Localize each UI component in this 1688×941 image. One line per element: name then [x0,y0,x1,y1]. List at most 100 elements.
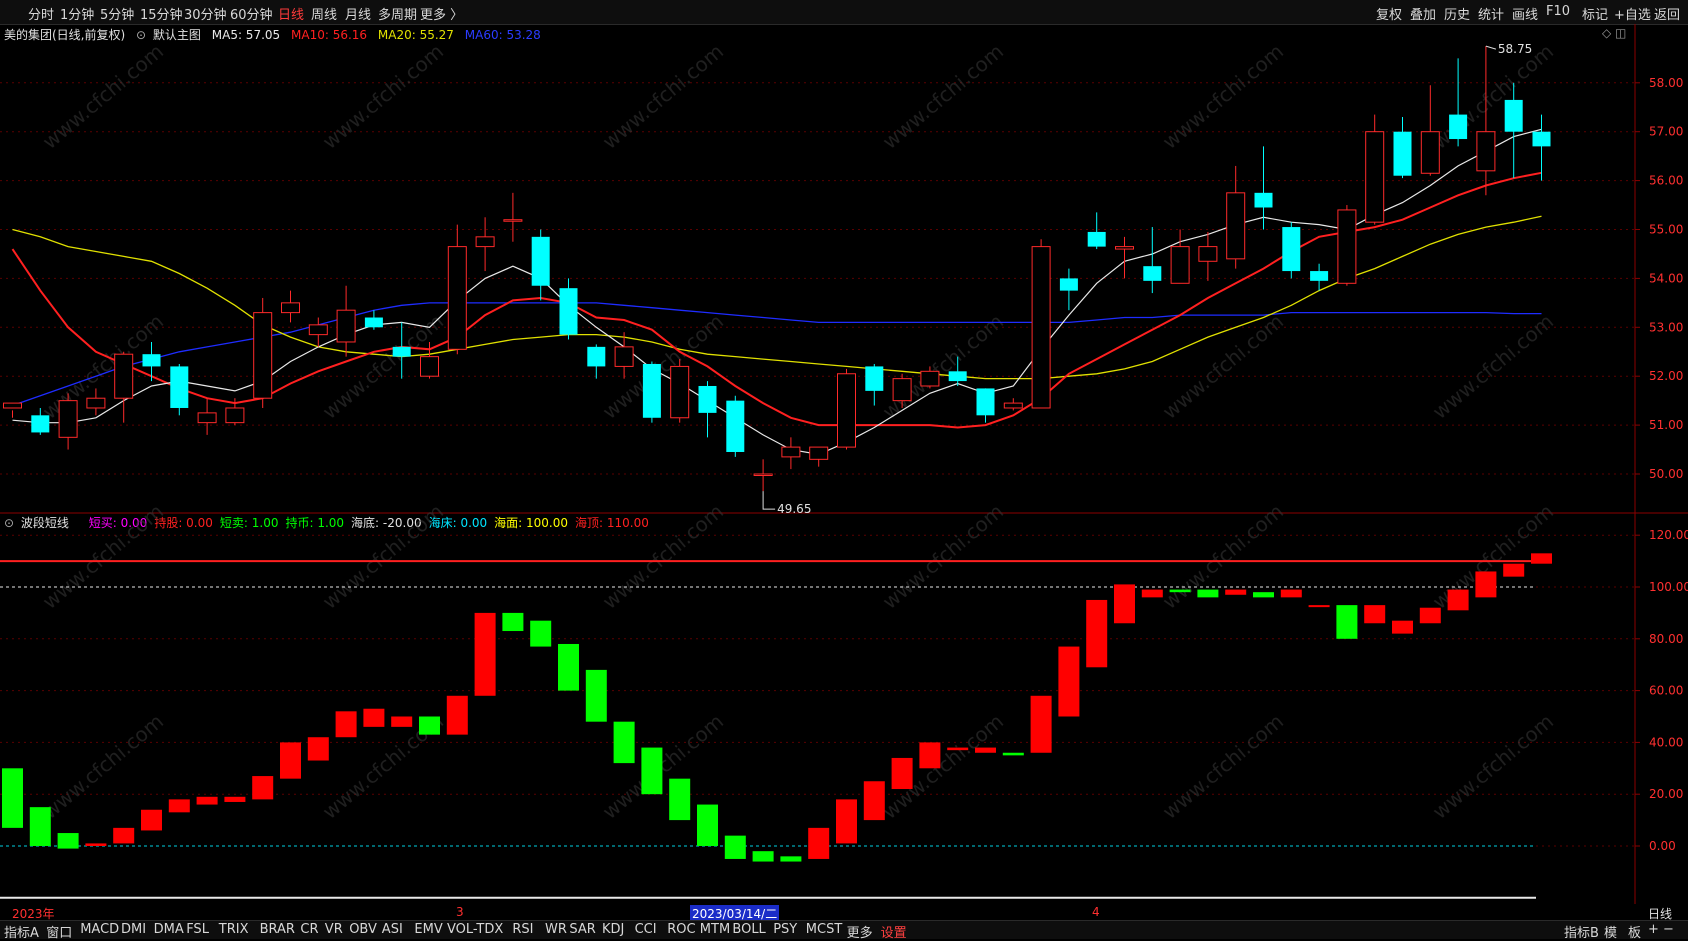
tool-button-0[interactable]: 复权 [1376,4,1402,23]
tool-button-2[interactable]: 历史 [1444,4,1470,23]
date-april: 4 [1092,905,1100,919]
candle-33 [920,370,940,387]
main-tick-label-3: 53.00 [1649,320,1683,334]
osc-bar-45 [1253,592,1274,598]
indicator-tab-23[interactable]: MCST [806,922,843,937]
period-tab-6[interactable]: 日线 [278,4,304,23]
osc-bar-49 [1364,605,1386,624]
period-tab-10[interactable]: 更多 〉 [420,4,463,23]
indicator-tab-21[interactable]: BOLL [732,922,765,937]
indicator-tab-20[interactable]: MTM [700,922,730,937]
candle-0 [3,402,22,409]
low-arrow [762,491,776,510]
indicator-tab-7[interactable]: BRAR [260,922,295,937]
watermark-10: www.cfchi.com [1158,309,1288,424]
osc-bar-14 [391,716,413,727]
chart-area[interactable]: 50.00 51.00 52.00 53.00 54.00 55.00 56.00 57.00… [0,24,1688,904]
period-tab-3[interactable]: 15分钟 [140,4,183,23]
indicator-tab-18[interactable]: CCI [635,922,657,937]
top-toolbar: 分时 1分钟 5分钟 15分钟 30分钟 60分钟 日线 周线 月线 多周期 更多 〉 复权 叠加 历史… [0,0,1688,25]
candle-13 [364,317,383,328]
candle-5 [142,354,161,367]
osc-bar-41 [1141,589,1163,598]
indicator-tab-17[interactable]: KDJ [602,922,624,937]
watermark-22: www.cfchi.com [1158,709,1288,824]
candle-9 [253,312,273,399]
zoom-icon[interactable]: + − [1648,922,1674,937]
tool-button-4[interactable]: 画线 [1512,4,1538,23]
tool-button-7[interactable]: +自选 [1614,4,1651,23]
watermark-4: www.cfchi.com [1158,39,1288,154]
indicator-tab-1[interactable]: 窗口 [46,922,72,941]
indicator-tab-24[interactable]: 更多 [847,922,873,941]
period-tab-5[interactable]: 60分钟 [230,4,273,23]
osc-bar-37 [1030,695,1052,753]
indicator-tab-8[interactable]: CR [300,922,318,937]
watermark-1: www.cfchi.com [318,39,448,154]
indicator-tab-10[interactable]: OBV [349,922,377,937]
main-tick-label-6: 56.00 [1649,174,1683,188]
period-tab-4[interactable]: 30分钟 [184,4,227,23]
tool-button-3[interactable]: 统计 [1478,4,1504,23]
indicator-tab-13[interactable]: VOL-TDX [447,922,503,937]
osc-bar-4 [113,827,135,844]
main-tick-label-4: 54.00 [1649,271,1683,285]
candle-47 [1310,271,1329,281]
indicator-tab-16[interactable]: SAR [569,922,595,937]
indicator-tab-25[interactable]: 设置 [881,922,907,941]
indicator-tab-0[interactable]: 指标A [4,922,39,941]
osc-bar-17 [474,612,496,696]
candle-48 [1337,209,1357,284]
indicator-tab-2[interactable]: MACD [80,922,119,937]
tool-button-8[interactable]: 返回 [1654,4,1680,23]
osc-bar-33 [919,742,941,769]
osc-bar-11 [307,737,329,761]
indicator-tab-6[interactable]: TRIX [219,922,249,937]
osc-bar-31 [863,781,885,821]
candle-45 [1254,192,1273,208]
bottom-right-1[interactable]: 模 [1604,922,1617,941]
high-label: 58.75 [1498,42,1532,56]
tool-button-6[interactable]: 标记 [1582,4,1608,23]
osc-bar-51 [1419,607,1441,624]
tool-button-1[interactable]: 叠加 [1410,4,1436,23]
bottom-right-2[interactable]: 板 [1628,922,1641,941]
candle-6 [170,366,189,408]
period-tab-8[interactable]: 月线 [345,4,371,23]
indicator-tab-5[interactable]: FSL [186,922,209,937]
indicator-tab-9[interactable]: VR [325,922,343,937]
indicator-tab-22[interactable]: PSY [773,922,797,937]
indicator-tab-3[interactable]: DMI [121,922,146,937]
indicator-tab-19[interactable]: ROC [667,922,695,937]
main-tick-label-2: 52.00 [1649,369,1683,383]
period-tab-2[interactable]: 5分钟 [100,4,134,23]
main-tick-label-1: 51.00 [1649,418,1683,432]
osc-bar-36 [1002,752,1024,756]
watermark-14: www.cfchi.com [598,499,728,614]
indicator-tab-15[interactable]: WR [545,922,567,937]
candle-32 [892,378,912,402]
candle-22 [614,346,634,367]
osc-bar-21 [585,669,607,722]
osc-bar-44 [1225,589,1247,595]
date-year: 2023年 [12,907,55,921]
period-tab-7[interactable]: 周线 [311,4,337,23]
period-tab-9[interactable]: 多周期 [378,4,417,23]
candle-21 [587,346,606,367]
tool-button-5[interactable]: F10 [1546,4,1570,19]
indicator-tab-12[interactable]: EMV [414,922,442,937]
indicator-tab-14[interactable]: RSI [512,922,533,937]
osc-bar-1 [29,807,51,846]
osc-bar-48 [1336,605,1358,639]
period-tab-0[interactable]: 分时 [28,4,54,23]
period-tab-1[interactable]: 1分钟 [60,4,94,23]
candle-15 [420,356,439,377]
candle-19 [531,236,550,286]
osc-bar-35 [975,747,996,753]
high-arrow [1485,45,1497,50]
indicator-tab-11[interactable]: ASI [382,922,403,937]
indicator-tab-4[interactable]: DMA [154,922,184,937]
candle-38 [1059,278,1078,291]
bottom-right-0[interactable]: 指标B [1564,922,1599,941]
osc-bar-5 [141,809,162,831]
